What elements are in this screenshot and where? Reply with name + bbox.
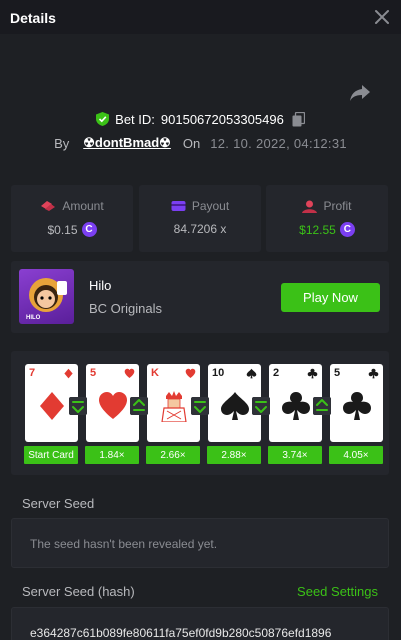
- payout-stat: Payout 84.7206 x: [139, 185, 261, 252]
- currency-coin-icon: C: [339, 222, 355, 237]
- multiplier-badge: 2.66×: [146, 446, 200, 464]
- by-label: By: [54, 135, 70, 151]
- server-seed-box: The seed hasn't been revealed yet.: [11, 518, 389, 568]
- card-rank: 5: [90, 367, 97, 379]
- bet-id-label: Bet ID:: [115, 111, 155, 127]
- amount-stat: Amount $0.15 C: [11, 185, 133, 252]
- game-card: HILO Hilo BC Originals Play Now: [11, 261, 389, 333]
- lower-arrow-icon: [69, 397, 87, 415]
- playing-card: 5: [330, 364, 383, 442]
- server-seed-label: Server Seed: [22, 496, 95, 511]
- card-rank: 7: [29, 367, 36, 379]
- king-face-icon: [161, 391, 187, 422]
- seed-settings-link[interactable]: Seed Settings: [297, 584, 378, 599]
- club-suit-icon: [307, 368, 318, 379]
- bet-id-value: 90150672053305496: [160, 111, 284, 127]
- start-card-badge: Start Card: [24, 446, 78, 464]
- close-icon[interactable]: [373, 8, 391, 26]
- card-rank: 5: [334, 367, 341, 379]
- card-rank: 10: [212, 367, 225, 379]
- spade-suit-icon: [246, 368, 257, 379]
- club-suit-icon: [282, 392, 310, 420]
- profit-icon: [302, 200, 318, 213]
- diamond-suit-icon: [40, 392, 64, 420]
- card-history-panel: 7 Start Card 5 1.84× K 2.66× 10 2.88× 2 3.74× 5 4.0…: [11, 351, 389, 475]
- copy-icon[interactable]: [292, 111, 305, 127]
- server-seed-hash-box: e364287c61b089fe80611fa75ef0fd9b280c5087…: [11, 607, 389, 640]
- on-label: On: [182, 135, 201, 151]
- wallet-icon: [171, 201, 186, 211]
- multiplier-badge: 1.84×: [85, 446, 139, 464]
- higher-arrow-icon: [313, 397, 331, 415]
- diamond-suit-icon: [64, 368, 73, 379]
- bet-id-row: Bet ID: 90150672053305496: [0, 110, 401, 128]
- profit-stat: Profit $12.55 C: [266, 185, 388, 252]
- club-suit-icon: [343, 392, 371, 420]
- profit-label: Profit: [323, 199, 352, 213]
- club-suit-icon: [368, 368, 379, 379]
- card-rank: K: [151, 367, 159, 379]
- amount-value: $0.15: [47, 222, 78, 237]
- higher-arrow-icon: [130, 397, 148, 415]
- username-link[interactable]: ☢dontBmad☢: [83, 135, 171, 151]
- game-thumbnail[interactable]: HILO: [19, 269, 74, 324]
- coins-icon: [41, 201, 56, 211]
- server-seed-hash-label: Server Seed (hash): [22, 584, 135, 599]
- multiplier-badge: 3.74×: [268, 446, 322, 464]
- multiplier-badge: 4.05×: [329, 446, 383, 464]
- lower-arrow-icon: [191, 397, 209, 415]
- modal-title: Details: [10, 10, 56, 26]
- share-icon[interactable]: [349, 84, 371, 102]
- play-now-button[interactable]: Play Now: [281, 283, 380, 312]
- verified-shield-icon: [96, 112, 110, 126]
- heart-suit-icon: [124, 368, 135, 378]
- amount-label: Amount: [62, 199, 104, 213]
- profit-value: $12.55: [299, 222, 336, 237]
- server-seed-value: The seed hasn't been revealed yet.: [30, 537, 218, 551]
- heart-suit-icon: [185, 368, 196, 378]
- game-name: Hilo: [89, 278, 112, 293]
- payout-label: Payout: [191, 199, 230, 213]
- game-provider: BC Originals: [89, 301, 162, 316]
- thumbnail-text: HILO: [26, 315, 41, 321]
- spade-suit-icon: [221, 392, 249, 420]
- multiplier-badge: 2.88×: [207, 446, 261, 464]
- bet-datetime: 12. 10. 2022, 04:12:31: [210, 135, 347, 151]
- lower-arrow-icon: [252, 397, 270, 415]
- card-rank: 2: [273, 367, 280, 379]
- heart-suit-icon: [99, 392, 127, 419]
- modal-header: Details: [0, 0, 401, 34]
- hilo-character-illustration: HILO: [26, 278, 67, 321]
- payout-value: 84.7206 x: [173, 222, 227, 236]
- server-seed-hash-value[interactable]: e364287c61b089fe80611fa75ef0fd9b280c5087…: [30, 626, 331, 640]
- bet-owner-row: By ☢dontBmad☢ On 12. 10. 2022, 04:12:31: [0, 134, 401, 152]
- currency-coin-icon: C: [81, 222, 97, 237]
